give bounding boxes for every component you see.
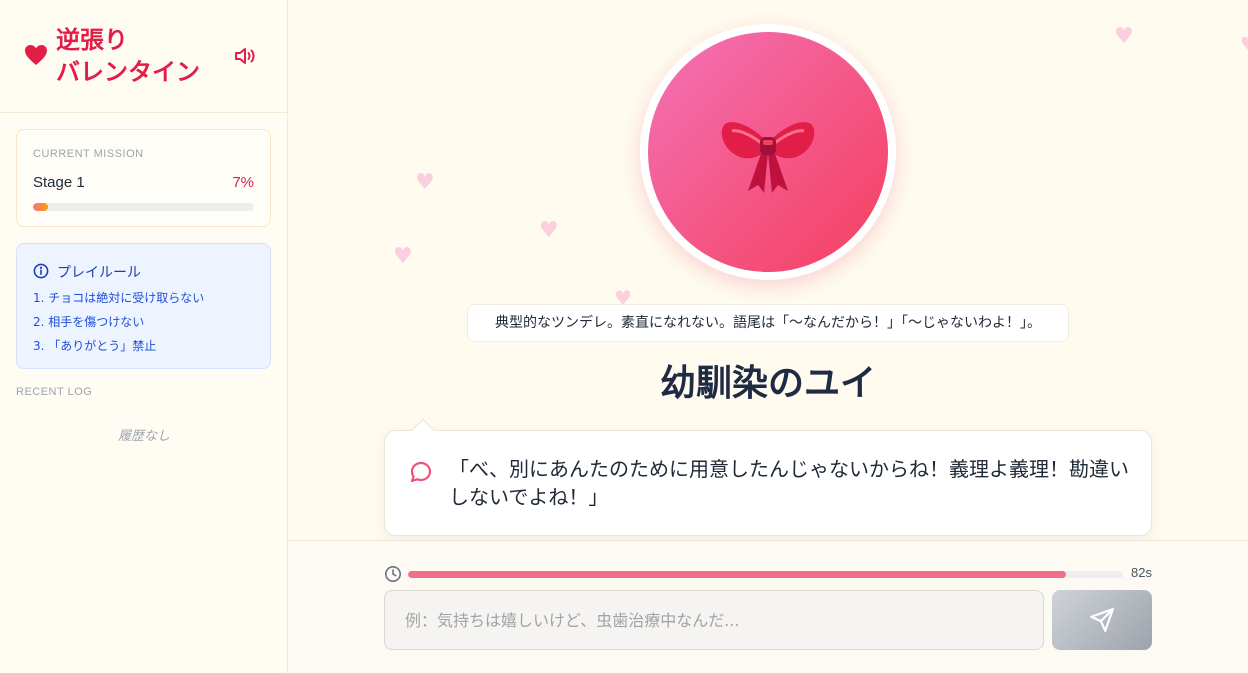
speech-bubble: 「べ、別にあんたのために用意したんじゃないからね！義理よ義理！勘違いしないでよね… — [384, 418, 1152, 536]
mission-percent: 7% — [232, 174, 254, 191]
decorative-heart-icon: ♥ — [1114, 24, 1134, 49]
ribbon-bow-icon — [721, 122, 815, 193]
send-icon — [1090, 608, 1114, 632]
speech-bubble-tail — [411, 418, 435, 442]
rule-item: 2. 相手を傷つけない — [33, 315, 145, 329]
chat-bubble-icon — [410, 461, 432, 483]
main-area: ♥ ♥ ♥ ♥ ♥ ♥ 典型的なツンデレ。素直になれない。語尾は「〜なんだから！… — [288, 0, 1248, 673]
decorative-heart-icon: ♥ — [539, 218, 559, 243]
app-title-line2: バレンタイン — [56, 58, 200, 86]
sound-toggle-button[interactable] — [232, 44, 258, 68]
mission-stage: Stage 1 — [33, 174, 85, 191]
rules-title: プレイルール — [57, 265, 141, 281]
mission-progress-bar — [33, 203, 254, 211]
send-button[interactable] — [1052, 590, 1152, 650]
rule-item: 3. 「ありがとう」禁止 — [33, 339, 157, 353]
decorative-heart-icon: ♥ — [1240, 36, 1248, 54]
timer-label: 82s — [1131, 565, 1152, 580]
timer-bar — [408, 571, 1123, 578]
reply-input[interactable] — [384, 590, 1044, 650]
volume-icon — [235, 48, 255, 64]
clock-icon — [385, 566, 401, 582]
mission-heading: CURRENT MISSION — [33, 148, 144, 160]
character-avatar — [640, 24, 896, 280]
decorative-heart-icon: ♥ — [415, 170, 435, 195]
mission-progress-fill — [33, 203, 49, 211]
character-dialogue: 「べ、別にあんたのために用意したんじゃないからね！義理よ義理！勘違いしないでよね… — [449, 457, 1129, 509]
decorative-heart-icon: ♥ — [393, 244, 413, 269]
sidebar: 逆張り バレンタイン CURRENT MISSION Stage 1 7% プレ… — [0, 0, 288, 673]
app-title: 逆張り バレンタイン — [56, 24, 200, 88]
brand-header: 逆張り バレンタイン — [0, 0, 287, 113]
persona-description: 典型的なツンデレ。素直になれない。語尾は「〜なんだから！」「〜じゃないわよ！」。 — [467, 304, 1069, 342]
character-avatar-circle — [648, 32, 888, 272]
recent-log-empty: 履歴なし — [117, 429, 170, 444]
mission-card: CURRENT MISSION Stage 1 7% — [16, 129, 271, 227]
info-icon — [33, 263, 49, 279]
rule-item: 1. チョコは絶対に受け取らない — [33, 291, 205, 305]
app-title-line1: 逆張り — [56, 26, 128, 54]
character-name: 幼馴染のユイ — [659, 363, 876, 404]
timer-fill — [408, 571, 1066, 578]
rules-card: プレイルール 1. チョコは絶対に受け取らない 2. 相手を傷つけない 3. 「… — [16, 243, 271, 369]
recent-log-heading: RECENT LOG — [16, 386, 93, 398]
heart-icon — [25, 45, 47, 65]
reply-bar: 82s — [288, 540, 1248, 673]
